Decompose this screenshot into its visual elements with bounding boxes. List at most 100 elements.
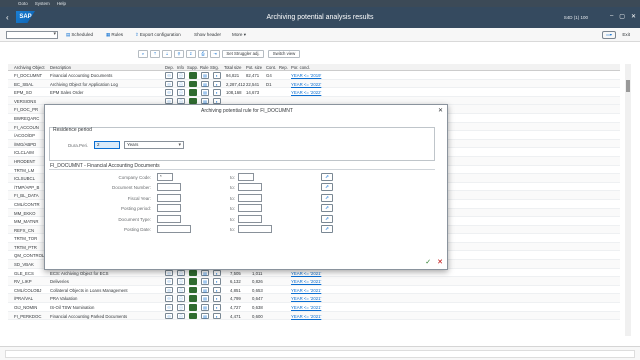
row-por-cond[interactable]: YEAR <= '2019' [291,73,321,78]
info-icon[interactable]: ⓘ [177,312,185,320]
cancel-button[interactable]: ✕ [437,258,443,266]
table-row[interactable]: /PRA/VAL PRA Valuation ⚇ ⓘ ▤ ◐ 4,799 0,647 YEAR … [8,294,620,304]
dependency-icon[interactable]: ⚇ [165,72,173,79]
field-from-input[interactable] [157,183,181,192]
rule-icon[interactable]: ▤ [201,72,209,79]
supplementary-icon[interactable] [189,312,197,320]
export-configuration-button[interactable]: ⇪Export configuration [135,32,181,38]
print-icon[interactable]: ⎙ [198,50,208,58]
col-por-cond[interactable]: Por. cond. [291,65,310,70]
multiple-selection-icon[interactable]: ⇗ [321,173,333,181]
settings-menu-icon[interactable]: ▭▾ [602,31,616,39]
confirm-button[interactable]: ✓ [425,258,431,266]
col-rule[interactable]: Rule [200,65,209,70]
table-row[interactable]: FI_DOCUMNT Financial Accounting Documents… [8,71,620,80]
menu-goto[interactable]: Goto [18,1,28,6]
col-description[interactable]: Description [50,65,71,70]
col-supp[interactable]: Supp. [187,65,198,70]
field-from-input[interactable]: * [157,173,173,181]
menu-system[interactable]: System [35,1,50,6]
rule-icon[interactable]: ▤ [201,312,209,320]
col-cont[interactable]: Cont. [266,65,276,70]
supplementary-icon[interactable] [189,80,197,88]
table-row[interactable]: FI_PERKDOC Financial Accounting Parked Do… [8,311,620,321]
supplementary-icon[interactable] [189,89,197,96]
col-pot-size[interactable]: Pot. size [246,65,262,70]
info-icon[interactable]: ⓘ [177,304,185,311]
strategy-icon[interactable]: ◐ [213,72,221,79]
supplementary-icon[interactable] [189,304,197,311]
field-to-input[interactable] [238,183,262,192]
col-strg[interactable]: Strg. [210,65,219,70]
col-info[interactable]: Info [177,65,184,70]
dependency-icon[interactable]: ⚇ [165,80,173,88]
more-menu[interactable]: More ▾ [232,32,246,38]
row-por-cond[interactable]: YEAR <= '2021' [291,288,321,293]
dependency-icon[interactable]: ⚇ [165,286,173,294]
multiple-selection-icon[interactable]: ⇗ [321,193,333,202]
col-dep[interactable]: Dep. [165,65,174,70]
info-icon[interactable]: ⓘ [177,286,185,294]
dependency-icon[interactable]: ⚇ [165,89,173,96]
field-to-input[interactable] [238,173,254,181]
scheduled-button[interactable]: ▤Scheduled [66,32,93,38]
info-icon[interactable]: ⓘ [177,72,185,79]
command-field[interactable] [6,31,58,39]
info-icon[interactable]: ⓘ [177,80,185,88]
supplementary-icon[interactable] [189,72,197,79]
rule-icon[interactable]: ▤ [201,269,209,277]
dependency-icon[interactable]: ⚇ [165,278,173,285]
show-header-button[interactable]: Show header [194,32,221,37]
strategy-icon[interactable]: ◐ [213,278,221,285]
table-row[interactable]: RV_LIKP Deliveries ⚇ ⓘ ▤ ◐ 6,132 0,826 YEAR <= '… [8,277,620,286]
rule-icon[interactable]: ▤ [201,304,209,311]
filter-icon[interactable]: ⚲ [174,50,184,58]
vertical-scrollbar[interactable] [625,64,631,336]
scroll-thumb[interactable] [626,80,630,92]
details-icon[interactable]: ⌕ [138,50,148,58]
dependency-icon[interactable]: ⚇ [165,304,173,311]
multiple-selection-icon[interactable]: ⇗ [321,225,333,233]
table-row[interactable]: EPM_SO EPM Sales Order ⚇ ⓘ ▤ ◐ 108,168 14,673 YE… [8,88,620,97]
field-to-input[interactable] [238,204,262,213]
field-from-input[interactable] [157,204,181,213]
multiple-selection-icon[interactable]: ⇗ [321,204,333,213]
field-to-input[interactable] [238,225,272,233]
rule-icon[interactable]: ▤ [201,80,209,88]
strategy-icon[interactable]: ◐ [213,312,221,320]
table-row[interactable]: CML/COLOBJ Collateral Objects in Loans Ma… [8,286,620,295]
info-icon[interactable]: ⓘ [177,295,185,302]
info-icon[interactable]: ⓘ [177,89,185,96]
field-to-input[interactable] [238,193,262,202]
dependency-icon[interactable]: ⚇ [165,295,173,302]
dependency-icon[interactable]: ⚇ [165,269,173,277]
sort-desc-icon[interactable]: ⇣ [162,50,172,58]
multiple-selection-icon[interactable]: ⇗ [321,214,333,223]
set-struggler-button[interactable]: Set Struggler adj. [222,50,264,58]
dialog-close-icon[interactable]: ✕ [438,107,443,114]
rule-icon[interactable]: ▤ [201,286,209,294]
duration-input[interactable]: 2 [94,141,120,149]
sum-icon[interactable]: Σ [186,50,196,58]
field-from-input[interactable] [157,225,191,233]
sort-asc-icon[interactable]: ⇡ [150,50,160,58]
minimize-icon[interactable]: – [610,13,613,20]
info-icon[interactable]: ⓘ [177,278,185,285]
strategy-icon[interactable]: ◐ [213,286,221,294]
rules-button[interactable]: ▦Rules [106,32,123,38]
duration-unit-select[interactable]: Years [124,141,184,149]
strategy-icon[interactable]: ◐ [213,304,221,311]
table-row[interactable]: OIJ_NOMIN IS-Oil TSW Nomination ⚇ ⓘ ▤ ◐ 4,727 0… [8,303,620,312]
col-total-size[interactable]: Total size [224,65,241,70]
strategy-icon[interactable]: ◐ [213,89,221,96]
close-window-icon[interactable]: ✕ [631,13,636,20]
supplementary-icon[interactable] [189,269,197,277]
field-from-input[interactable] [157,214,181,223]
col-rep[interactable]: Rep. [279,65,288,70]
row-por-cond[interactable]: YEAR <= '2021' [291,279,321,284]
supplementary-icon[interactable] [189,278,197,285]
rule-icon[interactable]: ▤ [201,278,209,285]
field-from-input[interactable] [157,193,181,202]
row-por-cond[interactable]: YEAR <= '2022' [291,82,321,87]
row-por-cond[interactable]: YEAR <= '2021' [291,305,321,310]
